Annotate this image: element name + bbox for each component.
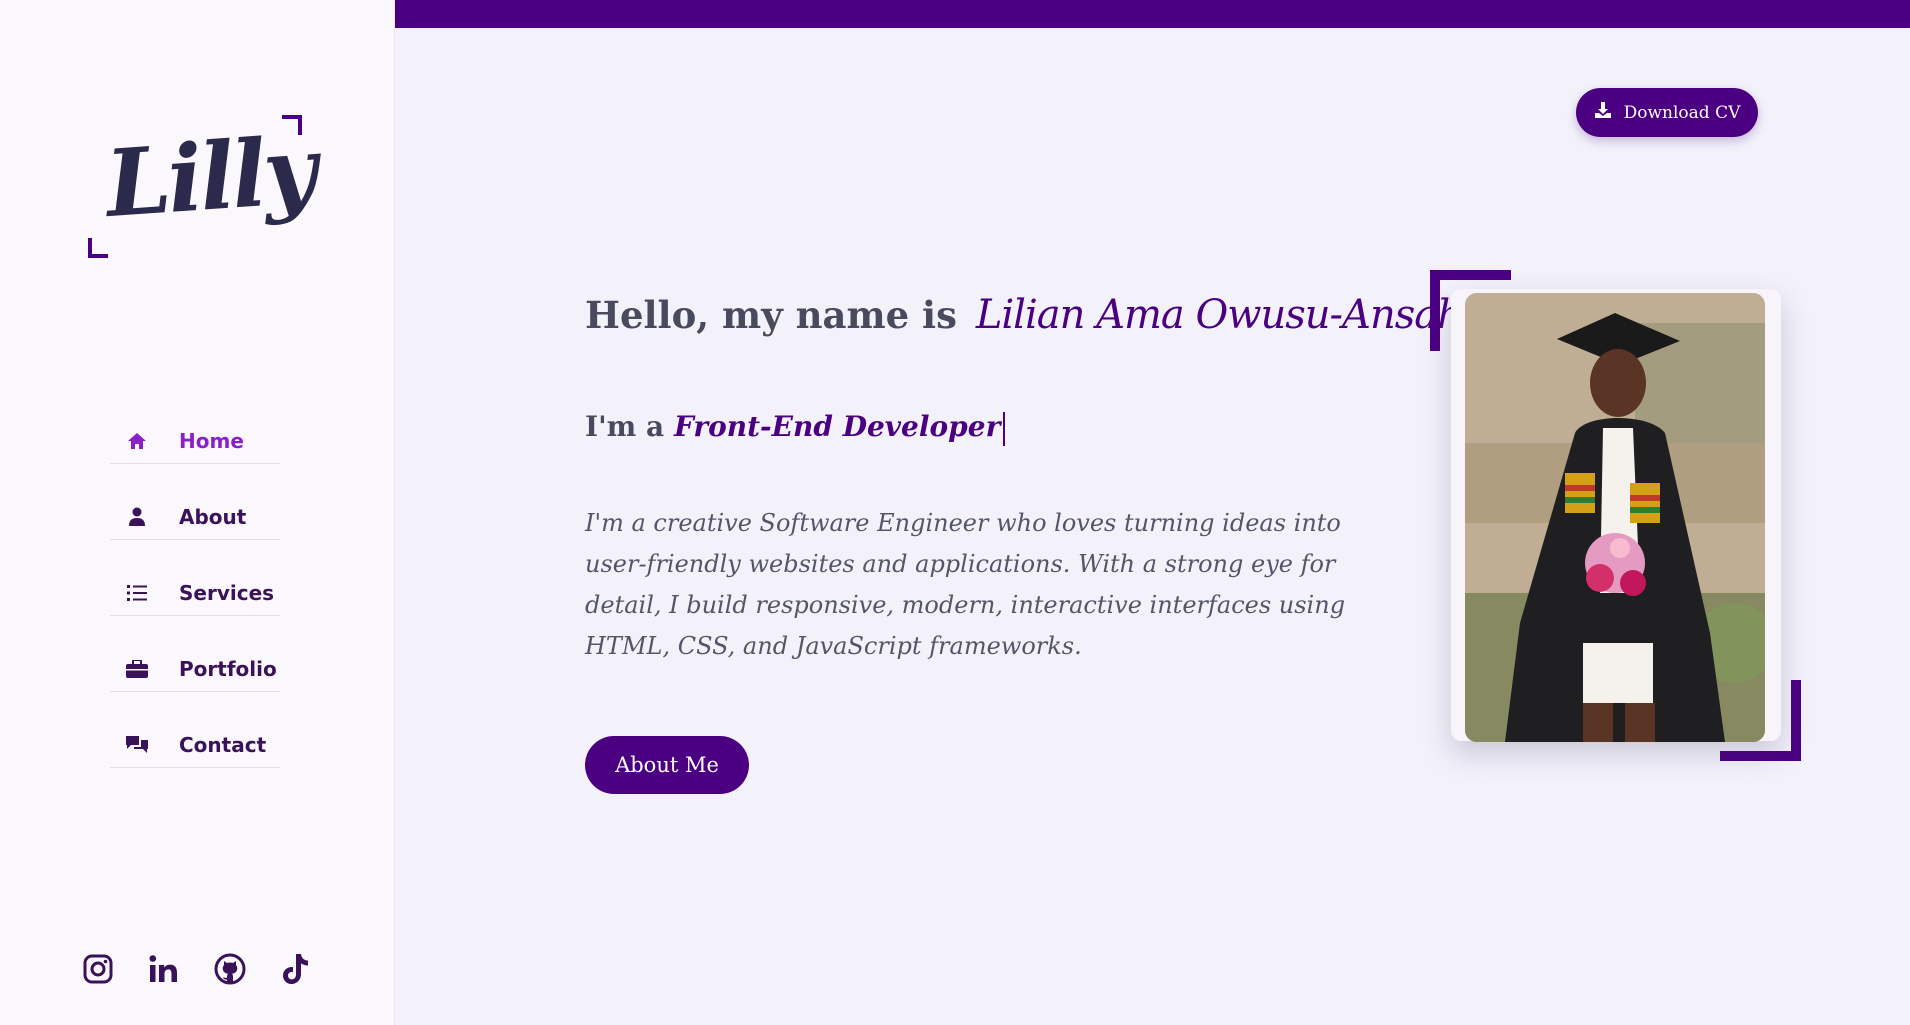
top-bar	[395, 0, 1910, 28]
profile-photo-frame	[1430, 270, 1801, 761]
linkedin-icon[interactable]	[148, 952, 180, 986]
greeting-text: Hello, my name is	[585, 293, 957, 337]
nav-label-portfolio: Portfolio	[179, 656, 277, 681]
sidebar: Lilly Home About Services Portfolio Cont…	[0, 0, 395, 1025]
about-me-button[interactable]: About Me	[585, 736, 749, 794]
download-cv-label: Download CV	[1623, 102, 1741, 123]
hero-greeting: Hello, my name is Lilian Ama Owusu-Ansah	[585, 292, 1463, 338]
briefcase-icon	[125, 657, 149, 681]
role-title: Front-End Developer	[673, 410, 1001, 443]
profile-photo	[1465, 293, 1765, 742]
download-icon	[1594, 101, 1612, 124]
hero-bio: I'm a creative Software Engineer who lov…	[585, 509, 1346, 660]
main-nav: Home About Services Portfolio Contact	[110, 418, 280, 798]
about-me-label: About Me	[615, 753, 719, 777]
list-icon	[125, 581, 149, 605]
nav-label-about: About	[179, 504, 247, 529]
typing-caret	[1003, 411, 1006, 446]
nav-label-home: Home	[179, 428, 244, 453]
github-icon[interactable]	[214, 952, 246, 986]
nav-item-contact[interactable]: Contact	[110, 722, 280, 768]
nav-item-about[interactable]: About	[110, 494, 280, 540]
logo-text: Lilly	[102, 115, 318, 239]
logo-corner-bottom-left	[88, 238, 108, 258]
nav-label-contact: Contact	[179, 732, 267, 757]
download-cv-button[interactable]: Download CV	[1576, 88, 1758, 137]
instagram-icon[interactable]	[82, 952, 114, 986]
home-icon	[125, 429, 149, 453]
nav-label-services: Services	[179, 580, 275, 605]
social-links	[82, 952, 312, 986]
chat-icon	[125, 733, 149, 757]
tiktok-icon[interactable]	[280, 952, 312, 986]
role-prefix: I'm a	[585, 410, 665, 443]
hero-name: Lilian Ama Owusu-Ansah	[975, 292, 1463, 338]
nav-item-portfolio[interactable]: Portfolio	[110, 646, 280, 692]
profile-photo-card	[1451, 289, 1781, 742]
nav-item-home[interactable]: Home	[110, 418, 280, 464]
logo[interactable]: Lilly	[88, 115, 318, 258]
user-icon	[125, 505, 149, 529]
nav-item-services[interactable]: Services	[110, 570, 280, 616]
hero-role: I'm a Front-End Developer	[585, 410, 1006, 446]
